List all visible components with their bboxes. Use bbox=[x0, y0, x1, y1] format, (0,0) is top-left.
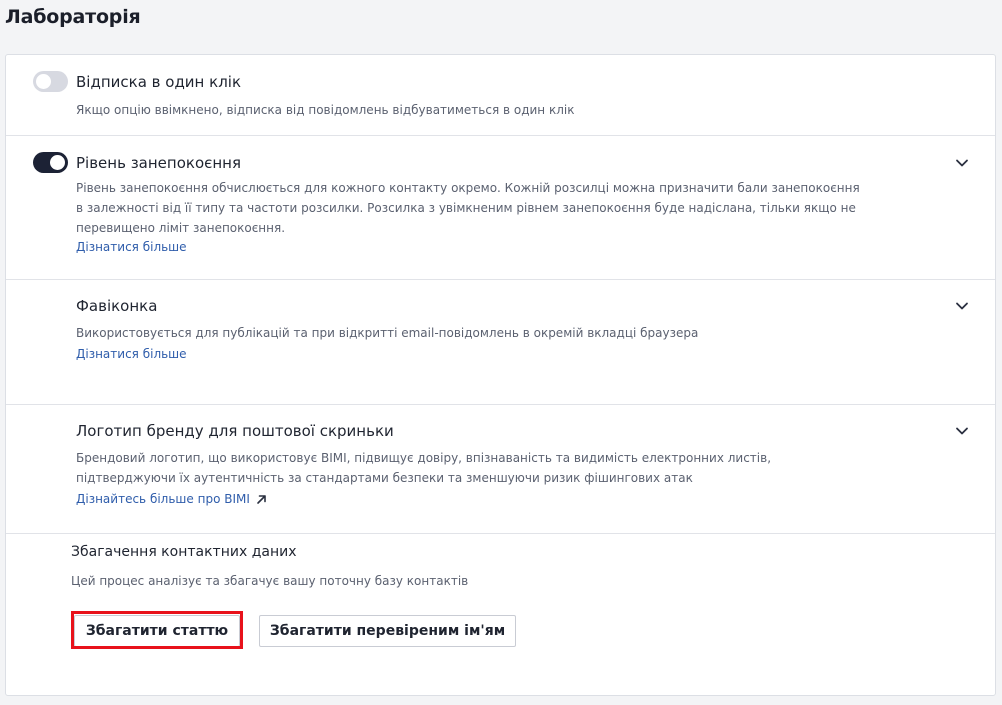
section-title: Відписка в один клік bbox=[76, 73, 242, 91]
lab-settings-card: Відписка в один клік Якщо опцію ввімкнен… bbox=[5, 54, 996, 696]
section-description: Цей процес аналізує та збагачує вашу пот… bbox=[71, 574, 469, 588]
one-click-unsubscribe-toggle[interactable] bbox=[33, 71, 68, 92]
chevron-down-icon[interactable] bbox=[954, 298, 970, 314]
section-description: Використовується для публікацій та при в… bbox=[76, 326, 699, 340]
section-title: Фавіконка bbox=[76, 297, 158, 315]
section-description: Якщо опцію ввімкнено, відписка від повід… bbox=[76, 103, 575, 117]
description-line: Брендовий логотип, що використовує BIMI,… bbox=[76, 451, 772, 465]
section-contact-enrichment: Збагачення контактних даних Цей процес а… bbox=[6, 534, 995, 695]
chevron-down-icon[interactable] bbox=[954, 155, 970, 171]
link-label: Дізнайтесь більше про BIMI bbox=[76, 492, 250, 506]
section-anxiety-level: Рівень занепокоєння Рівень занепокоєння … bbox=[6, 136, 995, 280]
enrich-verified-name-button[interactable]: Збагатити перевіреним ім'ям bbox=[259, 615, 516, 647]
section-title: Логотип бренду для поштової скриньки bbox=[76, 422, 394, 440]
description-line: Рівень занепокоєння обчислюється для кож… bbox=[76, 181, 860, 195]
toggle-knob bbox=[36, 74, 51, 89]
anxiety-level-toggle[interactable] bbox=[33, 152, 68, 173]
learn-more-link[interactable]: Дізнатися більше bbox=[76, 347, 187, 361]
bimi-learn-more-link[interactable]: Дізнайтесь більше про BIMI bbox=[76, 492, 267, 506]
section-favicon: Фавіконка Використовується для публікаці… bbox=[6, 280, 995, 405]
description-line: перевищено ліміт занепокоєння. bbox=[76, 221, 286, 235]
page-title: Лабораторія bbox=[5, 6, 141, 28]
section-description: Брендовий логотип, що використовує BIMI,… bbox=[76, 448, 771, 488]
learn-more-link[interactable]: Дізнатися більше bbox=[76, 240, 187, 254]
enrich-article-button[interactable]: Збагатити статтю bbox=[74, 615, 240, 647]
section-brand-logo: Логотип бренду для поштової скриньки Бре… bbox=[6, 405, 995, 534]
chevron-down-icon[interactable] bbox=[954, 423, 970, 439]
section-title: Рівень занепокоєння bbox=[76, 154, 241, 172]
section-one-click-unsubscribe: Відписка в один клік Якщо опцію ввімкнен… bbox=[6, 55, 995, 136]
section-description: Рівень занепокоєння обчислюється для кож… bbox=[76, 178, 860, 238]
toggle-knob bbox=[50, 155, 65, 170]
section-title: Збагачення контактних даних bbox=[71, 544, 297, 560]
description-line: в залежності від її типу та частоти розс… bbox=[76, 201, 856, 215]
description-line: підтверджуючи їх аутентичність за станда… bbox=[76, 471, 693, 485]
arrow-up-right-icon bbox=[257, 494, 266, 504]
